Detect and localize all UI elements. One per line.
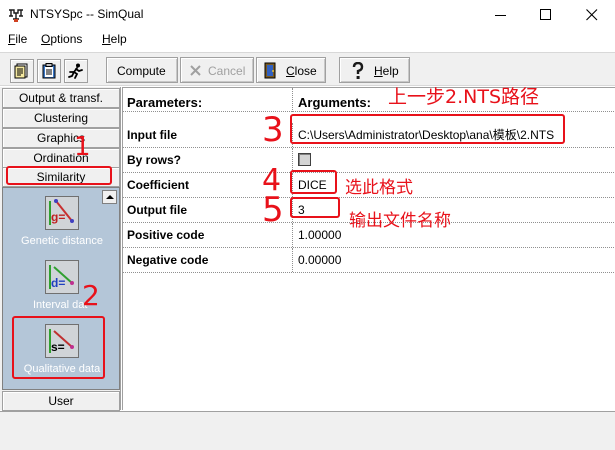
- compute-button[interactable]: Compute: [106, 57, 178, 83]
- menu-help[interactable]: Help: [102, 32, 127, 46]
- cancel-label: Cancel: [208, 64, 246, 78]
- menu-options-accel: O: [41, 32, 51, 46]
- menu-file-label: ile: [15, 32, 28, 46]
- annotation-box-coefficient: [290, 170, 337, 194]
- by-rows-checkbox[interactable]: [298, 153, 311, 166]
- genetic-distance-label: Genetic distance: [21, 235, 103, 247]
- annotation-note-output: 输出文件名称: [349, 211, 451, 231]
- row-negative-code: Negative code 0.00000: [123, 248, 615, 273]
- edit-file-icon[interactable]: [10, 59, 34, 83]
- annotation-box-similarity: [6, 166, 112, 185]
- status-bar: [0, 411, 615, 450]
- close-accel: C: [286, 64, 295, 78]
- output-file-cell: [294, 198, 615, 222]
- annotation-number-3: 3: [262, 110, 284, 150]
- interval-glyph: d=: [51, 276, 65, 290]
- clipboard-icon[interactable]: [37, 59, 61, 83]
- question-mark-icon: [352, 62, 364, 79]
- cancel-x-icon: [190, 65, 201, 76]
- help-button[interactable]: Help: [339, 57, 410, 83]
- interval-data-icon: d=: [49, 265, 74, 290]
- by-rows-cell: [294, 148, 615, 172]
- coefficient-field[interactable]: DICE: [294, 173, 615, 197]
- interval-data-module[interactable]: d=: [45, 260, 79, 294]
- menu-bar: File Options Help: [0, 30, 615, 50]
- door-icon: [264, 62, 276, 79]
- negative-code-field[interactable]: 0.00000: [294, 248, 615, 272]
- tab-graphics[interactable]: Graphics: [2, 128, 120, 148]
- annotation-number-1: 1: [74, 132, 91, 162]
- grid-header: Parameters: Arguments:: [123, 88, 615, 112]
- annotation-note-format: 选此格式: [345, 178, 413, 198]
- tab-user[interactable]: User: [2, 391, 120, 411]
- close-button[interactable]: Close: [256, 57, 326, 83]
- app-icon[interactable]: [8, 7, 24, 23]
- window-title: NTSYSpc -- SimQual: [30, 7, 144, 21]
- help-accel: H: [374, 64, 383, 78]
- annotation-box-qualitative: [12, 316, 105, 379]
- interval-data-label: Interval dat: [33, 299, 88, 311]
- run-icon[interactable]: [64, 59, 88, 83]
- maximize-button[interactable]: [523, 0, 569, 30]
- menu-options-label: ptions: [50, 32, 83, 46]
- compute-label: Compute: [117, 64, 166, 78]
- close-label: lose: [294, 64, 317, 78]
- minimize-button[interactable]: [478, 0, 524, 30]
- genetic-distance-module[interactable]: g=: [45, 196, 79, 230]
- negative-code-label: Negative code: [123, 248, 293, 272]
- annotation-box-input-file: [290, 114, 565, 144]
- cancel-button[interactable]: Cancel: [180, 57, 254, 83]
- menu-help-label: elp: [110, 32, 127, 46]
- genetic-distance-icon: g=: [49, 199, 74, 225]
- tab-ordination[interactable]: Ordination: [2, 148, 120, 168]
- annotation-number-2: 2: [82, 279, 100, 312]
- parameters-header: Parameters:: [123, 88, 293, 112]
- annotation-box-output-file: [290, 197, 340, 218]
- menu-file[interactable]: File: [8, 32, 27, 46]
- help-label: elp: [382, 64, 399, 78]
- annotation-number-5: 5: [262, 190, 284, 230]
- title-bar: NTSYSpc -- SimQual: [0, 0, 615, 30]
- menu-options[interactable]: Options: [41, 32, 82, 46]
- annotation-note-path: 上一步2.NTS路径: [388, 86, 540, 108]
- positive-code-field[interactable]: 1.00000: [294, 223, 615, 247]
- triangle-up-icon: [106, 195, 114, 199]
- row-by-rows: By rows?: [123, 148, 615, 173]
- genetic-glyph: g=: [51, 210, 65, 224]
- tab-clustering[interactable]: Clustering: [2, 108, 120, 128]
- toolbar: Compute Cancel Close Help: [0, 52, 615, 86]
- menu-help-accel: H: [102, 32, 111, 46]
- close-window-button[interactable]: [569, 0, 615, 30]
- scroll-up-button[interactable]: [102, 190, 117, 204]
- tab-output-transf[interactable]: Output & transf.: [2, 88, 120, 108]
